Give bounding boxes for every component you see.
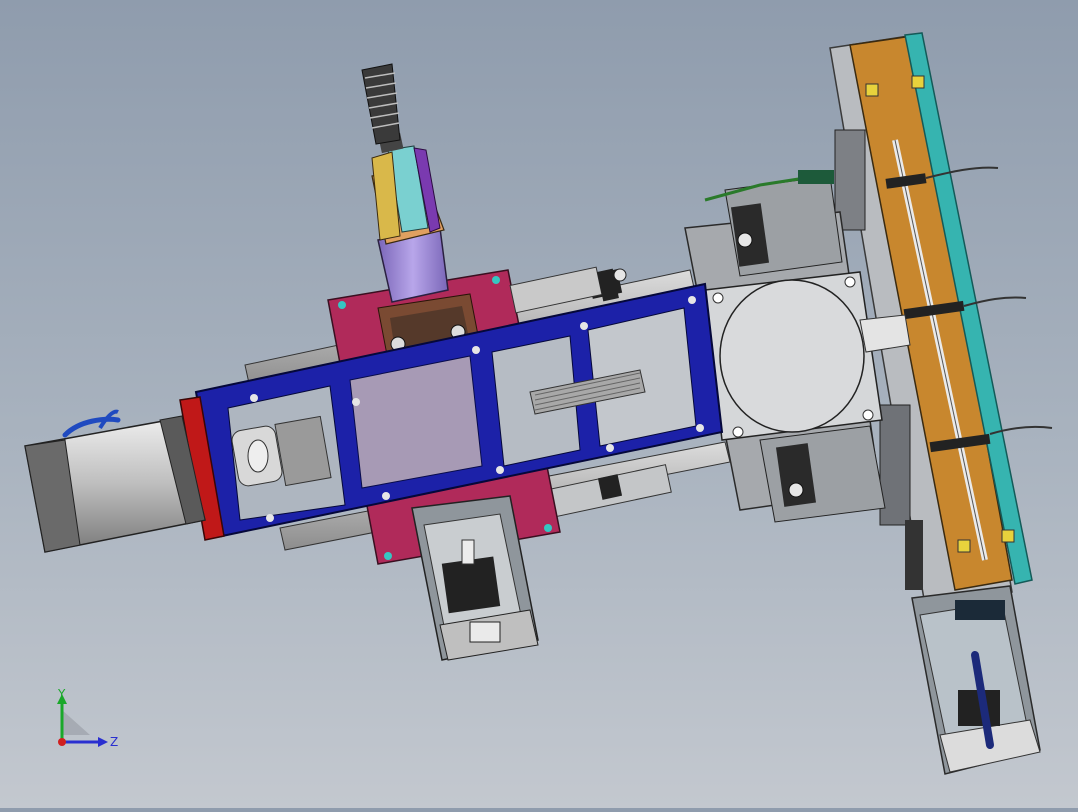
gripper-assembly[interactable]	[361, 63, 449, 303]
y-axis-label: Y	[57, 687, 66, 701]
round-motor-face	[719, 279, 865, 433]
vertical-axis-motor[interactable]	[911, 585, 1041, 775]
x-axis-origin	[58, 738, 66, 746]
cad-assembly-render[interactable]	[0, 0, 1078, 808]
coordinate-triad-icon: Y Z	[57, 687, 118, 749]
z-axis-label: Z	[110, 735, 118, 749]
main-axis-motor[interactable]	[24, 409, 206, 553]
cad-model-viewport[interactable]: Y Z	[0, 0, 1078, 808]
